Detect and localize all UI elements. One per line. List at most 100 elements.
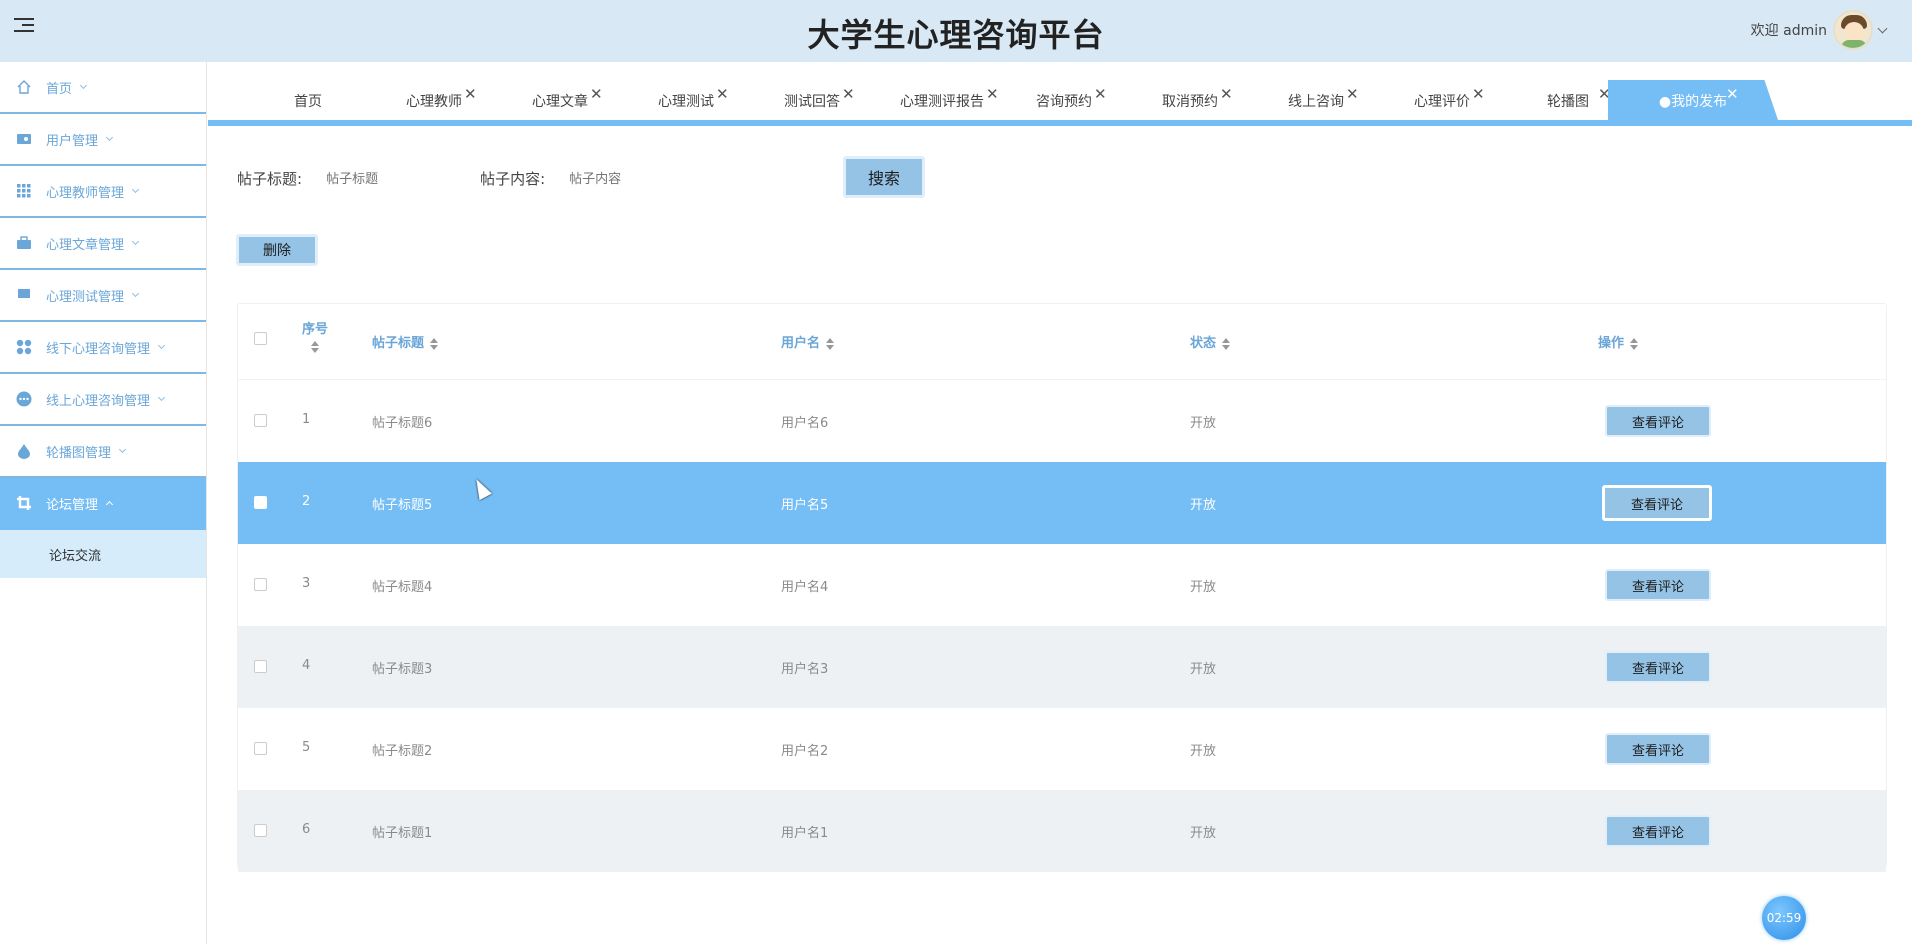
sidebar-item-forum[interactable]: 论坛管理: [0, 478, 206, 530]
sidebar-item-label: 首页: [46, 81, 73, 97]
sidebar-item-carousel[interactable]: 轮播图管理: [0, 426, 206, 478]
tab-tests[interactable]: 心理测试 ✕: [630, 80, 742, 120]
row-checkbox[interactable]: [254, 742, 267, 755]
table-row[interactable]: 2 帖子标题5 用户名5 开放 查看评论: [238, 462, 1886, 544]
header-title[interactable]: 帖子标题: [372, 332, 439, 351]
header-status[interactable]: 状态: [1190, 332, 1231, 351]
cell-index: 4: [302, 658, 311, 673]
close-icon[interactable]: ✕: [1220, 72, 1233, 116]
tab-test-answers[interactable]: 测试回答 ✕: [756, 80, 868, 120]
view-comments-button[interactable]: 查看评论: [1605, 569, 1711, 601]
cell-status: 开放: [1190, 498, 1217, 513]
view-comments-button[interactable]: 查看评论: [1605, 651, 1711, 683]
close-icon[interactable]: ✕: [1346, 72, 1359, 116]
sidebar-item-label: 心理测试管理: [46, 289, 125, 305]
close-icon[interactable]: ✕: [1726, 80, 1739, 116]
sidebar-item-offline-consult[interactable]: 线下心理咨询管理: [0, 322, 206, 374]
sort-icon[interactable]: [1630, 337, 1639, 350]
sidebar-item-articles[interactable]: 心理文章管理: [0, 218, 206, 270]
cell-status: 开放: [1190, 580, 1217, 595]
sidebar-item-tests[interactable]: 心理测试管理: [0, 270, 206, 322]
tab-teachers[interactable]: 心理教师 ✕: [378, 80, 490, 120]
sort-icon[interactable]: [826, 337, 835, 350]
row-checkbox[interactable]: [254, 578, 267, 591]
chevron-down-icon: [131, 289, 140, 298]
cell-index: 1: [302, 412, 311, 427]
sidebar-item-online-consult[interactable]: 线上心理咨询管理: [0, 374, 206, 426]
cell-index: 3: [302, 576, 311, 591]
view-comments-button[interactable]: 查看评论: [1605, 815, 1711, 847]
post-content-input[interactable]: [569, 170, 750, 186]
timer-badge[interactable]: 02:59: [1762, 896, 1806, 940]
post-title-input[interactable]: [326, 170, 467, 186]
tab-carousel[interactable]: 轮播图 ✕: [1512, 80, 1624, 120]
table-row[interactable]: 4 帖子标题3 用户名3 开放 查看评论: [238, 626, 1886, 708]
sidebar-item-users[interactable]: 用户管理: [0, 114, 206, 166]
cell-user: 用户名4: [781, 580, 829, 595]
sort-icon[interactable]: [311, 341, 319, 353]
tab-home[interactable]: 首页: [252, 80, 364, 120]
chevron-down-icon: [131, 185, 140, 194]
tab-my-posts[interactable]: ●我的发布 ✕: [1608, 80, 1778, 120]
tab-label: 心理测评报告: [900, 94, 984, 110]
tab-appointments[interactable]: 咨询预约 ✕: [1008, 80, 1120, 120]
sort-icon[interactable]: [1222, 337, 1231, 350]
tab-label: 取消预约: [1162, 94, 1218, 110]
cell-index: 2: [302, 494, 311, 509]
header-label: 帖子标题: [372, 336, 425, 351]
close-icon[interactable]: ✕: [716, 72, 729, 116]
table-row[interactable]: 6 帖子标题1 用户名1 开放 查看评论: [238, 790, 1886, 872]
sidebar-item-label: 论坛管理: [46, 497, 99, 513]
sidebar-item-teachers[interactable]: 心理教师管理: [0, 166, 206, 218]
user-menu[interactable]: 欢迎 admin: [1751, 8, 1888, 52]
view-comments-button[interactable]: 查看评论: [1605, 405, 1711, 437]
header-label: 状态: [1190, 336, 1217, 351]
avatar[interactable]: [1833, 10, 1873, 50]
table-row[interactable]: 3 帖子标题4 用户名4 开放 查看评论: [238, 544, 1886, 626]
tab-label: 心理文章: [532, 94, 588, 110]
cell-user: 用户名1: [781, 826, 829, 841]
close-icon[interactable]: ✕: [590, 72, 603, 116]
sidebar-item-home[interactable]: 首页: [0, 62, 206, 114]
chevron-down-icon: [118, 445, 127, 454]
tab-reports[interactable]: 心理测评报告 ✕: [874, 80, 1010, 120]
close-icon[interactable]: ✕: [842, 72, 855, 116]
tab-label: 测试回答: [784, 94, 840, 110]
cell-status: 开放: [1190, 416, 1217, 431]
tab-label: 咨询预约: [1036, 94, 1092, 110]
header-index[interactable]: 序号: [302, 318, 328, 353]
table-row[interactable]: 1 帖子标题6 用户名6 开放 查看评论: [238, 380, 1886, 462]
view-comments-button[interactable]: 查看评论: [1602, 485, 1712, 521]
tab-cancel-appointments[interactable]: 取消预约 ✕: [1134, 80, 1246, 120]
close-icon[interactable]: ✕: [464, 72, 477, 116]
drop-icon: [16, 443, 32, 459]
cell-title: 帖子标题3: [372, 662, 433, 677]
row-checkbox[interactable]: [254, 824, 267, 837]
sidebar-subitem-forum-exchange[interactable]: 论坛交流: [0, 530, 206, 578]
chevron-down-icon[interactable]: [1877, 23, 1888, 33]
cell-index: 5: [302, 740, 311, 755]
cell-status: 开放: [1190, 744, 1217, 759]
tab-evaluations[interactable]: 心理评价 ✕: [1386, 80, 1498, 120]
sort-icon[interactable]: [430, 337, 439, 350]
tab-articles[interactable]: 心理文章 ✕: [504, 80, 616, 120]
table-row[interactable]: 5 帖子标题2 用户名2 开放 查看评论: [238, 708, 1886, 790]
delete-button[interactable]: 删除: [236, 234, 318, 266]
post-content-label: 帖子内容:: [480, 169, 546, 188]
row-checkbox[interactable]: [254, 660, 267, 673]
row-checkbox[interactable]: [254, 414, 267, 427]
close-icon[interactable]: ✕: [1094, 72, 1107, 116]
tab-online-consult[interactable]: 线上咨询 ✕: [1260, 80, 1372, 120]
search-button[interactable]: 搜索: [843, 156, 925, 198]
header-user[interactable]: 用户名: [781, 332, 835, 351]
sidebar-item-label: 线下心理咨询管理: [46, 341, 151, 357]
tab-label: 轮播图: [1547, 94, 1589, 110]
view-comments-button[interactable]: 查看评论: [1605, 733, 1711, 765]
row-checkbox[interactable]: [254, 496, 267, 509]
header-actions[interactable]: 操作: [1598, 332, 1639, 351]
cell-status: 开放: [1190, 826, 1217, 841]
chevron-down-icon: [131, 237, 140, 246]
select-all-checkbox[interactable]: [254, 332, 267, 345]
close-icon[interactable]: ✕: [1472, 72, 1485, 116]
close-icon[interactable]: ✕: [986, 72, 999, 116]
